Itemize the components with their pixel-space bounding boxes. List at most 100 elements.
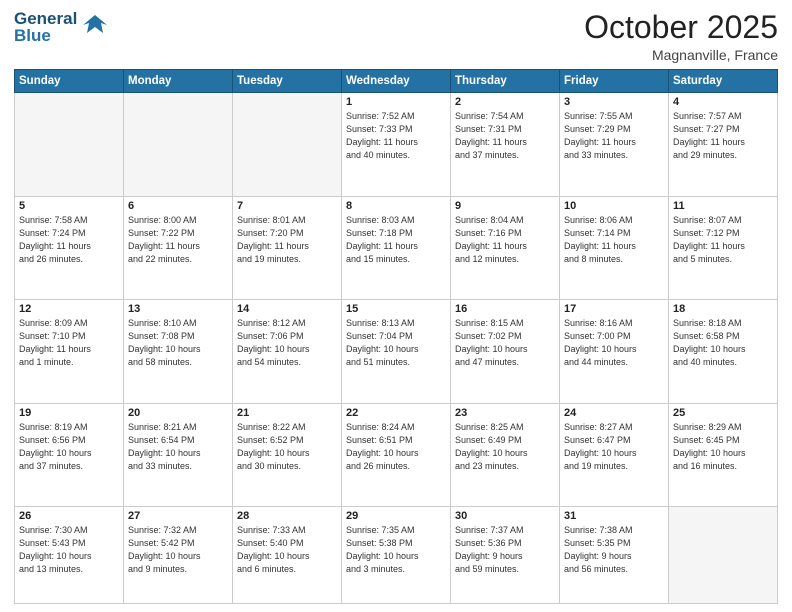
day-number: 1 <box>346 96 446 108</box>
day-number: 27 <box>128 510 228 522</box>
day-number: 6 <box>128 200 228 212</box>
day-number: 31 <box>564 510 664 522</box>
calendar-day-cell: 4Sunrise: 7:57 AMSunset: 7:27 PMDaylight… <box>669 93 778 196</box>
calendar-day-cell: 1 Sunrise: 7:52 AMSunset: 7:33 PMDaylight… <box>342 93 451 196</box>
day-number: 24 <box>564 407 664 419</box>
day-number: 9 <box>455 200 555 212</box>
day-number: 25 <box>673 407 773 419</box>
title-block: October 2025 Magnanville, France <box>584 10 778 63</box>
calendar-day-cell: 31 Sunrise: 7:38 AMSunset: 5:35 PMDayligh… <box>560 506 669 603</box>
day-number: 26 <box>19 510 119 522</box>
month-title: October 2025 <box>584 10 778 45</box>
day-info: Sunrise: 7:38 AMSunset: 5:35 PMDaylight:… <box>564 524 664 576</box>
day-info: Sunrise: 7:57 AMSunset: 7:27 PMDaylight:… <box>673 110 773 162</box>
calendar-day-cell: 11 Sunrise: 8:07 AMSunset: 7:12 PMDayligh… <box>669 196 778 299</box>
calendar-day-header: Saturday <box>669 70 778 93</box>
day-number: 29 <box>346 510 446 522</box>
day-info: Sunrise: 8:19 AMSunset: 6:56 PMDaylight:… <box>19 421 119 473</box>
calendar-day-cell <box>15 93 124 196</box>
calendar-day-cell: 20 Sunrise: 8:21 AMSunset: 6:54 PMDayligh… <box>124 403 233 506</box>
day-info: Sunrise: 7:32 AMSunset: 5:42 PMDaylight:… <box>128 524 228 576</box>
day-number: 5 <box>19 200 119 212</box>
calendar-header-row: SundayMondayTuesdayWednesdayThursdayFrid… <box>15 70 778 93</box>
calendar-day-cell: 8Sunrise: 8:03 AMSunset: 7:18 PMDaylight… <box>342 196 451 299</box>
calendar-day-header: Tuesday <box>233 70 342 93</box>
calendar-week-row: 5Sunrise: 7:58 AMSunset: 7:24 PMDaylight… <box>15 196 778 299</box>
calendar-day-header: Friday <box>560 70 669 93</box>
day-info: Sunrise: 8:16 AMSunset: 7:00 PMDaylight:… <box>564 317 664 369</box>
calendar-day-cell <box>669 506 778 603</box>
day-info: Sunrise: 7:30 AMSunset: 5:43 PMDaylight:… <box>19 524 119 576</box>
day-info: Sunrise: 8:01 AMSunset: 7:20 PMDaylight:… <box>237 214 337 266</box>
calendar-day-cell: 24 Sunrise: 8:27 AMSunset: 6:47 PMDayligh… <box>560 403 669 506</box>
day-number: 21 <box>237 407 337 419</box>
day-number: 15 <box>346 303 446 315</box>
day-info: Sunrise: 8:03 AMSunset: 7:18 PMDaylight:… <box>346 214 446 266</box>
day-info: Sunrise: 8:10 AMSunset: 7:08 PMDaylight:… <box>128 317 228 369</box>
day-info: Sunrise: 8:06 AMSunset: 7:14 PMDaylight:… <box>564 214 664 266</box>
calendar-day-cell: 17 Sunrise: 8:16 AMSunset: 7:00 PMDayligh… <box>560 300 669 403</box>
logo-line2: Blue <box>14 27 77 44</box>
calendar-day-cell: 22 Sunrise: 8:24 AMSunset: 6:51 PMDayligh… <box>342 403 451 506</box>
calendar-day-cell: 15 Sunrise: 8:13 AMSunset: 7:04 PMDayligh… <box>342 300 451 403</box>
day-number: 23 <box>455 407 555 419</box>
calendar-week-row: 12 Sunrise: 8:09 AMSunset: 7:10 PMDayligh… <box>15 300 778 403</box>
day-info: Sunrise: 8:13 AMSunset: 7:04 PMDaylight:… <box>346 317 446 369</box>
calendar-day-cell: 21 Sunrise: 8:22 AMSunset: 6:52 PMDayligh… <box>233 403 342 506</box>
day-info: Sunrise: 7:55 AMSunset: 7:29 PMDaylight:… <box>564 110 664 162</box>
day-info: Sunrise: 8:25 AMSunset: 6:49 PMDaylight:… <box>455 421 555 473</box>
day-number: 13 <box>128 303 228 315</box>
calendar-day-header: Monday <box>124 70 233 93</box>
day-info: Sunrise: 8:18 AMSunset: 6:58 PMDaylight:… <box>673 317 773 369</box>
calendar-day-cell: 18 Sunrise: 8:18 AMSunset: 6:58 PMDayligh… <box>669 300 778 403</box>
calendar-day-cell: 5Sunrise: 7:58 AMSunset: 7:24 PMDaylight… <box>15 196 124 299</box>
calendar-day-header: Thursday <box>451 70 560 93</box>
day-info: Sunrise: 7:35 AMSunset: 5:38 PMDaylight:… <box>346 524 446 576</box>
day-info: Sunrise: 8:00 AMSunset: 7:22 PMDaylight:… <box>128 214 228 266</box>
day-info: Sunrise: 8:07 AMSunset: 7:12 PMDaylight:… <box>673 214 773 266</box>
day-number: 28 <box>237 510 337 522</box>
calendar-day-cell: 26 Sunrise: 7:30 AMSunset: 5:43 PMDayligh… <box>15 506 124 603</box>
header: General Blue October 2025 Magnanville, F… <box>14 10 778 63</box>
calendar-day-cell <box>233 93 342 196</box>
calendar-day-cell <box>124 93 233 196</box>
day-info: Sunrise: 8:24 AMSunset: 6:51 PMDaylight:… <box>346 421 446 473</box>
calendar-day-header: Sunday <box>15 70 124 93</box>
day-info: Sunrise: 7:52 AMSunset: 7:33 PMDaylight:… <box>346 110 446 162</box>
calendar-day-cell: 7 Sunrise: 8:01 AMSunset: 7:20 PMDaylight… <box>233 196 342 299</box>
day-number: 3 <box>564 96 664 108</box>
day-number: 12 <box>19 303 119 315</box>
day-info: Sunrise: 8:22 AMSunset: 6:52 PMDaylight:… <box>237 421 337 473</box>
calendar-day-cell: 10 Sunrise: 8:06 AMSunset: 7:14 PMDayligh… <box>560 196 669 299</box>
calendar-day-cell: 3 Sunrise: 7:55 AMSunset: 7:29 PMDaylight… <box>560 93 669 196</box>
day-info: Sunrise: 8:21 AMSunset: 6:54 PMDaylight:… <box>128 421 228 473</box>
calendar-day-cell: 29 Sunrise: 7:35 AMSunset: 5:38 PMDayligh… <box>342 506 451 603</box>
day-number: 22 <box>346 407 446 419</box>
day-info: Sunrise: 8:09 AMSunset: 7:10 PMDaylight:… <box>19 317 119 369</box>
day-info: Sunrise: 8:27 AMSunset: 6:47 PMDaylight:… <box>564 421 664 473</box>
day-number: 30 <box>455 510 555 522</box>
calendar-table: SundayMondayTuesdayWednesdayThursdayFrid… <box>14 69 778 604</box>
day-number: 10 <box>564 200 664 212</box>
day-number: 11 <box>673 200 773 212</box>
calendar-week-row: 19Sunrise: 8:19 AMSunset: 6:56 PMDayligh… <box>15 403 778 506</box>
day-number: 2 <box>455 96 555 108</box>
day-number: 17 <box>564 303 664 315</box>
day-number: 14 <box>237 303 337 315</box>
calendar-day-cell: 27 Sunrise: 7:32 AMSunset: 5:42 PMDayligh… <box>124 506 233 603</box>
day-info: Sunrise: 8:29 AMSunset: 6:45 PMDaylight:… <box>673 421 773 473</box>
location: Magnanville, France <box>584 47 778 63</box>
day-number: 16 <box>455 303 555 315</box>
day-number: 18 <box>673 303 773 315</box>
day-number: 20 <box>128 407 228 419</box>
day-info: Sunrise: 7:37 AMSunset: 5:36 PMDaylight:… <box>455 524 555 576</box>
calendar-day-cell: 25 Sunrise: 8:29 AMSunset: 6:45 PMDayligh… <box>669 403 778 506</box>
day-number: 7 <box>237 200 337 212</box>
calendar-day-cell: 30 Sunrise: 7:37 AMSunset: 5:36 PMDayligh… <box>451 506 560 603</box>
day-info: Sunrise: 7:54 AMSunset: 7:31 PMDaylight:… <box>455 110 555 162</box>
calendar-day-cell: 19Sunrise: 8:19 AMSunset: 6:56 PMDayligh… <box>15 403 124 506</box>
page-container: General Blue October 2025 Magnanville, F… <box>0 0 792 612</box>
day-info: Sunrise: 7:33 AMSunset: 5:40 PMDaylight:… <box>237 524 337 576</box>
calendar-day-cell: 12 Sunrise: 8:09 AMSunset: 7:10 PMDayligh… <box>15 300 124 403</box>
calendar-day-cell: 13 Sunrise: 8:10 AMSunset: 7:08 PMDayligh… <box>124 300 233 403</box>
